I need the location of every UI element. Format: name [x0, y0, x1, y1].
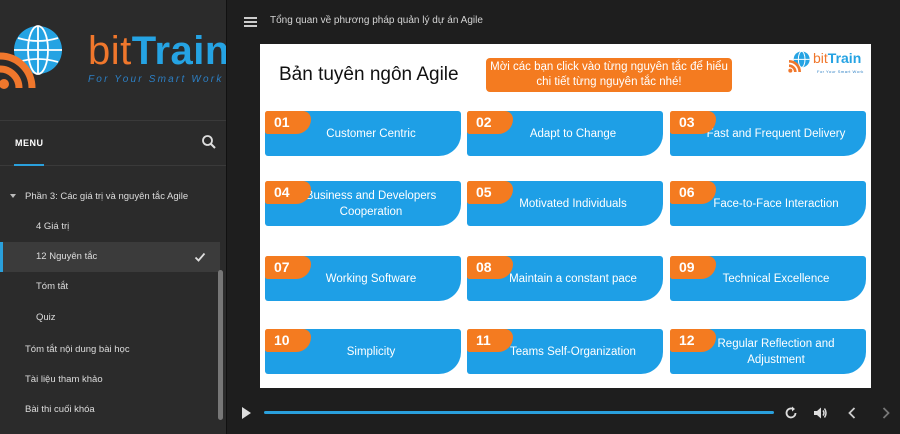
principle-card-07[interactable]: Working Software 07 [265, 256, 461, 301]
principle-number: 11 [467, 329, 513, 352]
slide-title: Bản tuyên ngôn Agile [279, 64, 459, 85]
bittrain-logo-icon [788, 50, 810, 73]
principle-number: 10 [265, 329, 311, 352]
principle-card-05[interactable]: Motivated Individuals 05 [467, 181, 663, 226]
nav-item-label: Tóm tắt [36, 281, 69, 292]
hamburger-icon[interactable] [244, 17, 257, 27]
app-window: bitTrain For Your Smart Work MENU Phần 3… [0, 0, 900, 434]
slide-logo: bitTrain For Your Smart Work [787, 49, 869, 79]
principle-label: Face-to-Face Interaction [713, 197, 839, 210]
nav-item-label: Quiz [36, 312, 56, 323]
principle-card-11[interactable]: Teams Self-Organization 11 [467, 329, 663, 374]
principle-number: 02 [467, 111, 513, 134]
principle-number: 05 [467, 181, 513, 204]
logo-wordmark: bitTrain [88, 29, 227, 73]
instruction-callout: Mời các bạn click vào từng nguyên tắc để… [486, 58, 732, 92]
course-title: Tổng quan về phương pháp quản lý dự án A… [270, 15, 483, 26]
principle-label: Fast and Frequent Delivery [706, 127, 846, 140]
nav-section-phan-3[interactable]: Phần 3: Các giá trị và nguyên tắc Agile [0, 182, 220, 212]
prev-icon[interactable] [844, 405, 860, 421]
check-icon [194, 252, 206, 262]
principle-label: Regular Reflection and Adjustment [717, 337, 835, 366]
principle-card-01[interactable]: Customer Centric 01 [265, 111, 461, 156]
logo-tagline: For Your Smart Work [88, 74, 224, 85]
progress-bar[interactable] [264, 411, 774, 414]
menu-active-indicator [14, 164, 44, 166]
search-icon[interactable] [201, 134, 217, 150]
principle-number: 09 [670, 256, 716, 279]
play-icon[interactable] [242, 407, 251, 419]
principle-card-08[interactable]: Maintain a constant pace 08 [467, 256, 663, 301]
principle-number: 07 [265, 256, 311, 279]
nav-item-12-nguyen-tac[interactable]: 12 Nguyên tắc [0, 242, 220, 272]
principle-card-10[interactable]: Simplicity 10 [265, 329, 461, 374]
principle-card-12[interactable]: Regular Reflection and Adjustment 12 [670, 329, 866, 374]
replay-icon[interactable] [783, 405, 799, 421]
principle-number: 12 [670, 329, 716, 352]
nav-item-tom-tat[interactable]: Tóm tắt [0, 272, 220, 302]
nav-item-tai-lieu[interactable]: Tài liệu tham khảo [0, 365, 220, 395]
principle-label: Maintain a constant pace [509, 272, 637, 285]
nav-item-quiz[interactable]: Quiz [0, 303, 220, 333]
sidebar-scrollbar[interactable] [218, 270, 223, 420]
principle-card-03[interactable]: Fast and Frequent Delivery 03 [670, 111, 866, 156]
nav-item-label: Tài liệu tham khảo [25, 374, 103, 385]
principle-card-02[interactable]: Adapt to Change 02 [467, 111, 663, 156]
brand-logo: bitTrain For Your Smart Work [0, 0, 227, 115]
bittrain-logo-icon [0, 25, 62, 89]
nav-item-4-gia-tri[interactable]: 4 Giá trị [0, 212, 220, 242]
nav-item-label: 4 Giá trị [36, 221, 70, 232]
slide-logo-wordmark: bitTrain [813, 50, 862, 66]
nav-item-label: Bài thi cuối khóa [25, 404, 95, 415]
principle-label: Motivated Individuals [519, 197, 627, 210]
principle-label: Technical Excellence [722, 272, 830, 285]
menu-label: MENU [15, 138, 44, 148]
principle-label: Adapt to Change [529, 127, 617, 140]
principle-card-06[interactable]: Face-to-Face Interaction 06 [670, 181, 866, 226]
active-indicator [0, 242, 3, 272]
principle-number: 08 [467, 256, 513, 279]
principle-label: Customer Centric [326, 127, 416, 140]
nav-section-label: Phần 3: Các giá trị và nguyên tắc Agile [25, 191, 189, 202]
principle-card-04[interactable]: Business and Developers Cooperation 04 [265, 181, 461, 226]
slide-canvas: Bản tuyên ngôn Agile Mời các bạn click v… [260, 44, 871, 388]
principle-card-09[interactable]: Technical Excellence 09 [670, 256, 866, 301]
principle-label: Business and Developers Cooperation [305, 189, 437, 218]
menu-header: MENU [0, 120, 226, 166]
principle-number: 04 [265, 181, 311, 204]
nav-item-tom-tat-noi-dung[interactable]: Tóm tắt nội dung bài học [0, 335, 220, 365]
nav-item-bai-thi[interactable]: Bài thi cuối khóa [0, 395, 220, 425]
principle-number: 01 [265, 111, 311, 134]
top-bar: Tổng quan về phương pháp quản lý dự án A… [228, 0, 900, 44]
caret-down-icon [10, 194, 16, 198]
principle-number: 03 [670, 111, 716, 134]
nav-item-label: 12 Nguyên tắc [36, 251, 98, 262]
principle-number: 06 [670, 181, 716, 204]
player-controls [228, 392, 900, 434]
slide-logo-tagline: For Your Smart Work [817, 69, 864, 74]
volume-icon[interactable] [812, 405, 828, 421]
principle-label: Simplicity [346, 345, 396, 358]
principle-label: Teams Self-Organization [510, 345, 636, 358]
nav-item-label: Tóm tắt nội dung bài học [25, 344, 130, 355]
sidebar: bitTrain For Your Smart Work MENU Phần 3… [0, 0, 227, 434]
next-icon[interactable] [878, 405, 894, 421]
principle-label: Working Software [325, 272, 417, 285]
